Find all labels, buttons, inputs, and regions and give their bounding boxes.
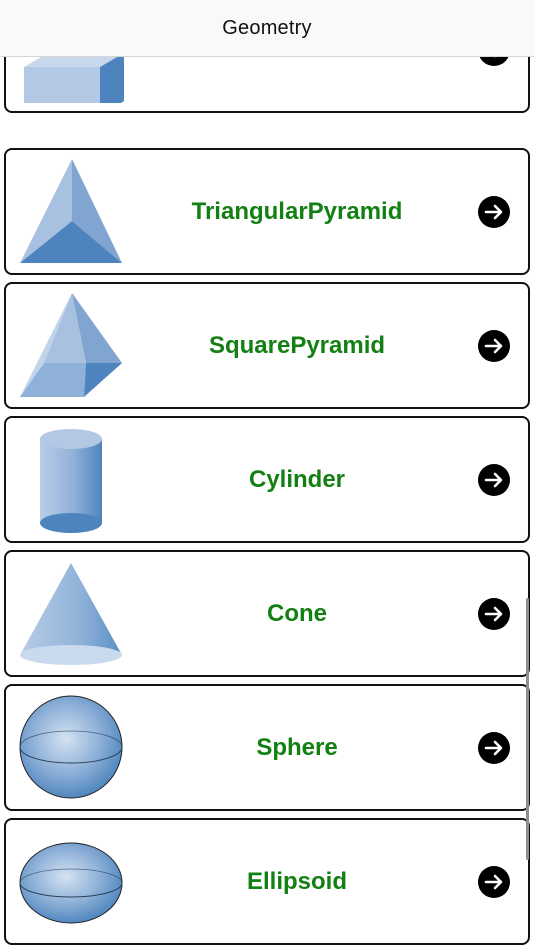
arrow-right-circle-icon[interactable] <box>478 597 510 630</box>
shape-list[interactable]: Cuboid TriangularPyramid SquarePyramid <box>0 0 534 950</box>
cone-icon <box>20 563 122 665</box>
list-item-sphere[interactable]: Sphere <box>4 684 530 811</box>
navigation-bar: Geometry <box>0 0 534 57</box>
triangular-pyramid-icon <box>20 159 122 263</box>
item-label: Cone <box>267 599 327 627</box>
arrow-right-circle-icon[interactable] <box>478 329 510 362</box>
page-title: Geometry <box>222 16 312 39</box>
scrollbar[interactable] <box>526 598 529 860</box>
item-label: SquarePyramid <box>208 331 386 359</box>
list-item-cylinder[interactable]: Cylinder <box>4 416 530 543</box>
list-item-triangular-pyramid[interactable]: TriangularPyramid <box>4 148 530 275</box>
item-label: Cylinder <box>248 465 346 493</box>
arrow-right-circle-icon[interactable] <box>478 463 510 496</box>
arrow-right-circle-icon[interactable] <box>478 865 510 898</box>
item-label: TriangularPyramid <box>191 197 403 225</box>
arrow-right-circle-icon[interactable] <box>478 731 510 764</box>
item-label: Ellipsoid <box>246 867 347 895</box>
cylinder-icon <box>40 429 102 533</box>
arrow-right-circle-icon[interactable] <box>478 195 510 228</box>
list-item-cone[interactable]: Cone <box>4 550 530 677</box>
ellipsoid-icon <box>19 842 123 924</box>
sphere-icon <box>19 695 123 799</box>
item-label: Sphere <box>256 733 338 761</box>
list-item-ellipsoid[interactable]: Ellipsoid <box>4 818 530 945</box>
list-item-square-pyramid[interactable]: SquarePyramid <box>4 282 530 409</box>
square-pyramid-icon <box>20 293 122 397</box>
